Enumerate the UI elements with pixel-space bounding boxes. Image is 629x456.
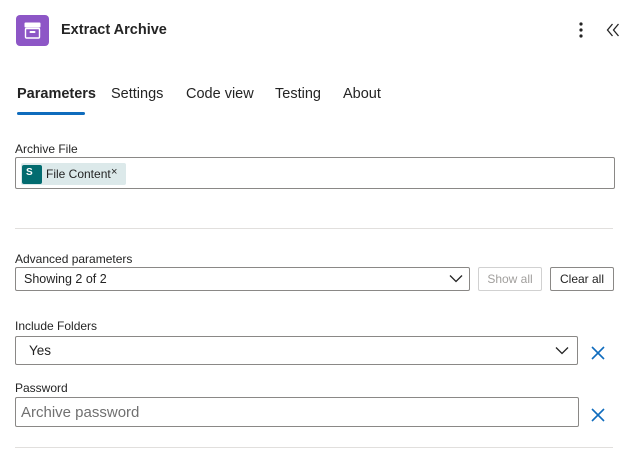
advanced-parameters-value: Showing 2 of 2 bbox=[24, 272, 107, 286]
section-divider bbox=[15, 228, 613, 229]
token-label: File Content bbox=[46, 167, 111, 181]
close-icon bbox=[591, 346, 605, 360]
advanced-parameters-label: Advanced parameters bbox=[15, 252, 133, 266]
section-divider bbox=[15, 447, 613, 448]
tab-code-view[interactable]: Code view bbox=[186, 86, 254, 102]
remove-include-folders-button[interactable] bbox=[590, 345, 606, 361]
show-all-button[interactable]: Show all bbox=[478, 267, 542, 291]
clear-all-button[interactable]: Clear all bbox=[550, 267, 614, 291]
chevron-down-icon bbox=[449, 275, 463, 283]
archive-file-label: Archive File bbox=[15, 142, 78, 156]
tab-settings[interactable]: Settings bbox=[111, 86, 163, 102]
chevron-double-left-icon bbox=[606, 23, 619, 37]
tab-parameters[interactable]: Parameters bbox=[17, 86, 96, 102]
include-folders-label: Include Folders bbox=[15, 319, 98, 333]
archive-box-icon bbox=[24, 22, 41, 39]
close-icon bbox=[591, 408, 605, 422]
active-tab-indicator bbox=[17, 112, 85, 115]
include-folders-select[interactable] bbox=[15, 336, 578, 365]
tab-testing[interactable]: Testing bbox=[275, 86, 321, 102]
collapse-panel-button[interactable] bbox=[604, 21, 622, 39]
remove-password-button[interactable] bbox=[590, 407, 606, 423]
token-remove-button[interactable]: × bbox=[111, 166, 117, 178]
sharepoint-icon: S bbox=[22, 165, 42, 184]
page-title: Extract Archive bbox=[61, 22, 167, 38]
password-input[interactable] bbox=[15, 397, 579, 427]
password-label: Password bbox=[15, 381, 68, 395]
tab-about[interactable]: About bbox=[343, 86, 381, 102]
chevron-down-icon bbox=[555, 347, 569, 355]
more-vertical-icon bbox=[579, 22, 583, 38]
include-folders-value: Yes bbox=[29, 343, 52, 358]
app-icon bbox=[16, 15, 49, 46]
more-options-button[interactable] bbox=[572, 20, 590, 40]
